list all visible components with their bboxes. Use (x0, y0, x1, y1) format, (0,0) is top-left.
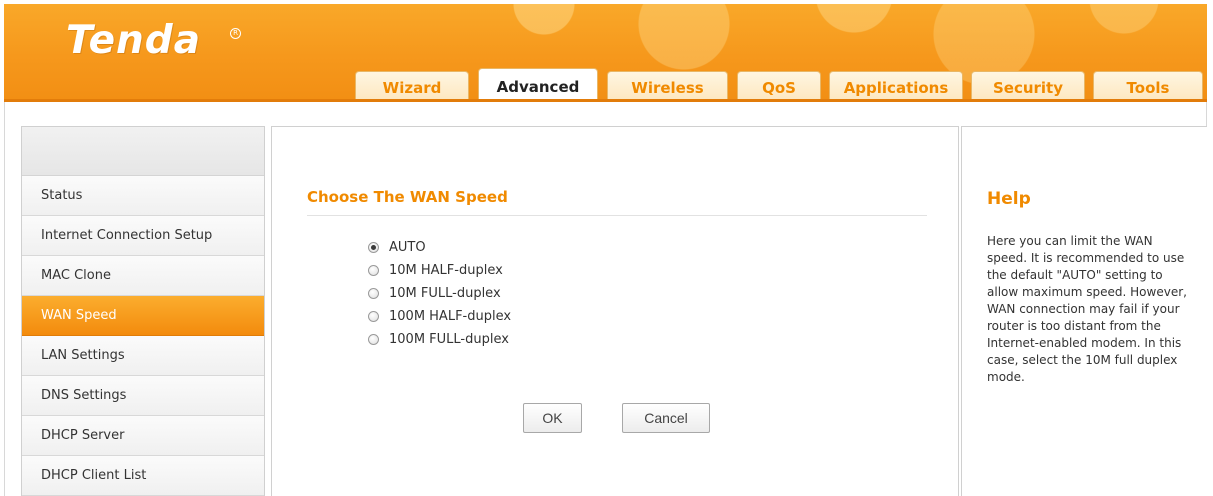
option-label: 10M HALF-duplex (389, 263, 503, 278)
radio-auto[interactable] (368, 242, 379, 253)
sidebar-item-mac-clone[interactable]: MAC Clone (22, 256, 264, 296)
option-100m-full-duplex[interactable]: 100M FULL-duplex (368, 328, 511, 351)
ok-button[interactable]: OK (523, 403, 582, 433)
sidebar-item-dhcp-client-list[interactable]: DHCP Client List (22, 456, 264, 496)
title-divider (307, 215, 927, 216)
cancel-button[interactable]: Cancel (622, 403, 710, 433)
option-label: 100M HALF-duplex (389, 309, 512, 324)
help-title: Help (987, 189, 1031, 209)
sidebar-item-dhcp-server[interactable]: DHCP Server (22, 416, 264, 456)
sidebar-item-status[interactable]: Status (22, 176, 264, 216)
sidebar-menu: Status Internet Connection Setup MAC Clo… (21, 126, 265, 496)
sidebar-header (22, 127, 264, 176)
tab-wizard[interactable]: Wizard (355, 71, 469, 99)
tab-tools[interactable]: Tools (1093, 71, 1203, 99)
option-10m-full-duplex[interactable]: 10M FULL-duplex (368, 282, 511, 305)
wan-speed-options: AUTO 10M HALF-duplex 10M FULL-duplex 100… (368, 236, 511, 351)
option-10m-half-duplex[interactable]: 10M HALF-duplex (368, 259, 511, 282)
radio-10m-half-duplex[interactable] (368, 265, 379, 276)
main-panel: Choose The WAN Speed AUTO 10M HALF-duple… (271, 126, 959, 496)
tab-qos[interactable]: QoS (737, 71, 821, 99)
option-auto[interactable]: AUTO (368, 236, 511, 259)
option-label: 10M FULL-duplex (389, 286, 501, 301)
header-banner: Tenda R Wizard Advanced Wireless QoS App… (4, 4, 1207, 102)
option-label: 100M FULL-duplex (389, 332, 509, 347)
radio-100m-full-duplex[interactable] (368, 334, 379, 345)
tab-applications[interactable]: Applications (829, 71, 963, 99)
radio-100m-half-duplex[interactable] (368, 311, 379, 322)
help-panel: Help Here you can limit the WAN speed. I… (961, 126, 1207, 496)
sidebar-item-lan-settings[interactable]: LAN Settings (22, 336, 264, 376)
option-label: AUTO (389, 240, 426, 255)
help-text: Here you can limit the WAN speed. It is … (987, 234, 1187, 384)
option-100m-half-duplex[interactable]: 100M HALF-duplex (368, 305, 511, 328)
sidebar-item-wan-speed[interactable]: WAN Speed (22, 296, 264, 336)
tab-advanced[interactable]: Advanced (478, 68, 598, 99)
page-title: Choose The WAN Speed (307, 188, 508, 206)
sidebar-item-dns-settings[interactable]: DNS Settings (22, 376, 264, 416)
sidebar-item-internet-connection-setup[interactable]: Internet Connection Setup (22, 216, 264, 256)
registered-mark: R (230, 28, 241, 39)
tab-wireless[interactable]: Wireless (607, 71, 728, 99)
radio-10m-full-duplex[interactable] (368, 288, 379, 299)
tab-security[interactable]: Security (971, 71, 1085, 99)
tenda-logo[interactable]: Tenda (66, 18, 201, 63)
